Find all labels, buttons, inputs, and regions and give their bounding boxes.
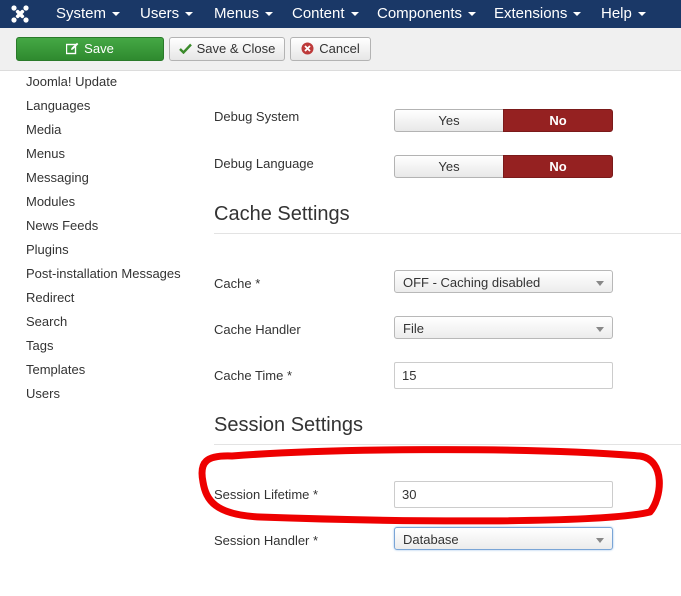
caret-down-icon <box>350 12 359 17</box>
nav-menu-help[interactable]: Help <box>601 0 646 28</box>
cancel-button[interactable]: Cancel <box>290 37 371 61</box>
cache-handler-select[interactable]: File <box>394 316 613 339</box>
caret-down-icon <box>468 12 477 17</box>
nav-menu-system[interactable]: System <box>56 0 121 28</box>
chevron-down-icon <box>596 327 604 332</box>
cache-time-label: Cache Time * <box>214 368 293 383</box>
caret-down-icon <box>573 12 582 17</box>
sidebar-item-search[interactable]: Search <box>26 314 67 329</box>
session-settings-heading: Session Settings <box>214 414 363 436</box>
nav-menu-label: Extensions <box>494 5 568 22</box>
sidebar-item-redirect[interactable]: Redirect <box>26 290 74 305</box>
cache-handler-select-value: File <box>403 321 424 336</box>
save-close-button[interactable]: Save & Close <box>169 37 285 61</box>
debug-system-no-button[interactable]: No <box>503 109 613 132</box>
top-navbar: System Users Menus Content Components Ex… <box>0 0 681 28</box>
sidebar-item-messaging[interactable]: Messaging <box>26 170 89 185</box>
nav-menu-extensions[interactable]: Extensions <box>494 0 582 28</box>
section-divider <box>214 444 681 445</box>
cache-select[interactable]: OFF - Caching disabled <box>394 270 613 293</box>
sidebar-item-menus[interactable]: Menus <box>26 146 65 161</box>
sidebar-item-modules[interactable]: Modules <box>26 194 75 209</box>
save-button[interactable]: Save <box>16 37 164 61</box>
sidebar-item-languages[interactable]: Languages <box>26 98 90 113</box>
cache-select-value: OFF - Caching disabled <box>403 275 541 290</box>
nav-menu-label: System <box>56 5 107 22</box>
nav-menu-label: Components <box>377 5 463 22</box>
toolbar: Save Save & Close Cancel <box>0 28 681 71</box>
sidebar-item-templates[interactable]: Templates <box>26 362 85 377</box>
nav-menu-label: Content <box>292 5 345 22</box>
cancel-circle-icon <box>301 42 314 55</box>
debug-language-toggle: Yes No <box>394 155 613 178</box>
chevron-down-icon <box>596 538 604 543</box>
caret-down-icon <box>112 12 121 17</box>
caret-down-icon <box>265 12 274 17</box>
cache-handler-label: Cache Handler <box>214 322 301 337</box>
cache-time-input[interactable]: 15 <box>394 362 613 389</box>
sidebar-item-tags[interactable]: Tags <box>26 338 53 353</box>
nav-menu-label: Users <box>140 5 180 22</box>
sidebar-item-plugins[interactable]: Plugins <box>26 242 69 257</box>
cache-settings-heading: Cache Settings <box>214 203 350 225</box>
check-icon <box>178 43 192 55</box>
debug-system-label: Debug System <box>214 109 300 124</box>
debug-system-toggle: Yes No <box>394 109 613 132</box>
caret-down-icon <box>637 12 646 17</box>
sidebar-item-post-installation-messages[interactable]: Post-installation Messages <box>26 266 181 281</box>
caret-down-icon <box>185 12 194 17</box>
session-handler-select-value: Database <box>403 532 459 547</box>
debug-language-label: Debug Language <box>214 156 314 171</box>
nav-menu-label: Menus <box>214 5 260 22</box>
sidebar-item-joomla-update[interactable]: Joomla! Update <box>26 74 117 89</box>
session-lifetime-label: Session Lifetime * <box>214 487 319 502</box>
joomla-logo-icon[interactable] <box>10 4 30 24</box>
save-close-button-label: Save & Close <box>196 41 276 56</box>
nav-menu-menus[interactable]: Menus <box>214 0 274 28</box>
session-handler-label: Session Handler * <box>214 533 319 548</box>
section-divider <box>214 233 681 234</box>
debug-language-yes-button[interactable]: Yes <box>394 155 504 178</box>
sidebar-item-media[interactable]: Media <box>26 122 61 137</box>
nav-menu-content[interactable]: Content <box>292 0 359 28</box>
nav-menu-label: Help <box>601 5 632 22</box>
cancel-button-label: Cancel <box>319 41 360 56</box>
sidebar-item-news-feeds[interactable]: News Feeds <box>26 218 98 233</box>
chevron-down-icon <box>596 281 604 286</box>
save-button-label: Save <box>84 41 114 56</box>
debug-language-no-button[interactable]: No <box>503 155 613 178</box>
debug-system-yes-button[interactable]: Yes <box>394 109 504 132</box>
edit-icon <box>66 42 79 55</box>
nav-menu-users[interactable]: Users <box>140 0 194 28</box>
session-lifetime-input[interactable]: 30 <box>394 481 613 508</box>
session-handler-select[interactable]: Database <box>394 527 613 550</box>
sidebar-item-users[interactable]: Users <box>26 386 60 401</box>
nav-menu-components[interactable]: Components <box>377 0 477 28</box>
cache-label: Cache * <box>214 276 261 291</box>
